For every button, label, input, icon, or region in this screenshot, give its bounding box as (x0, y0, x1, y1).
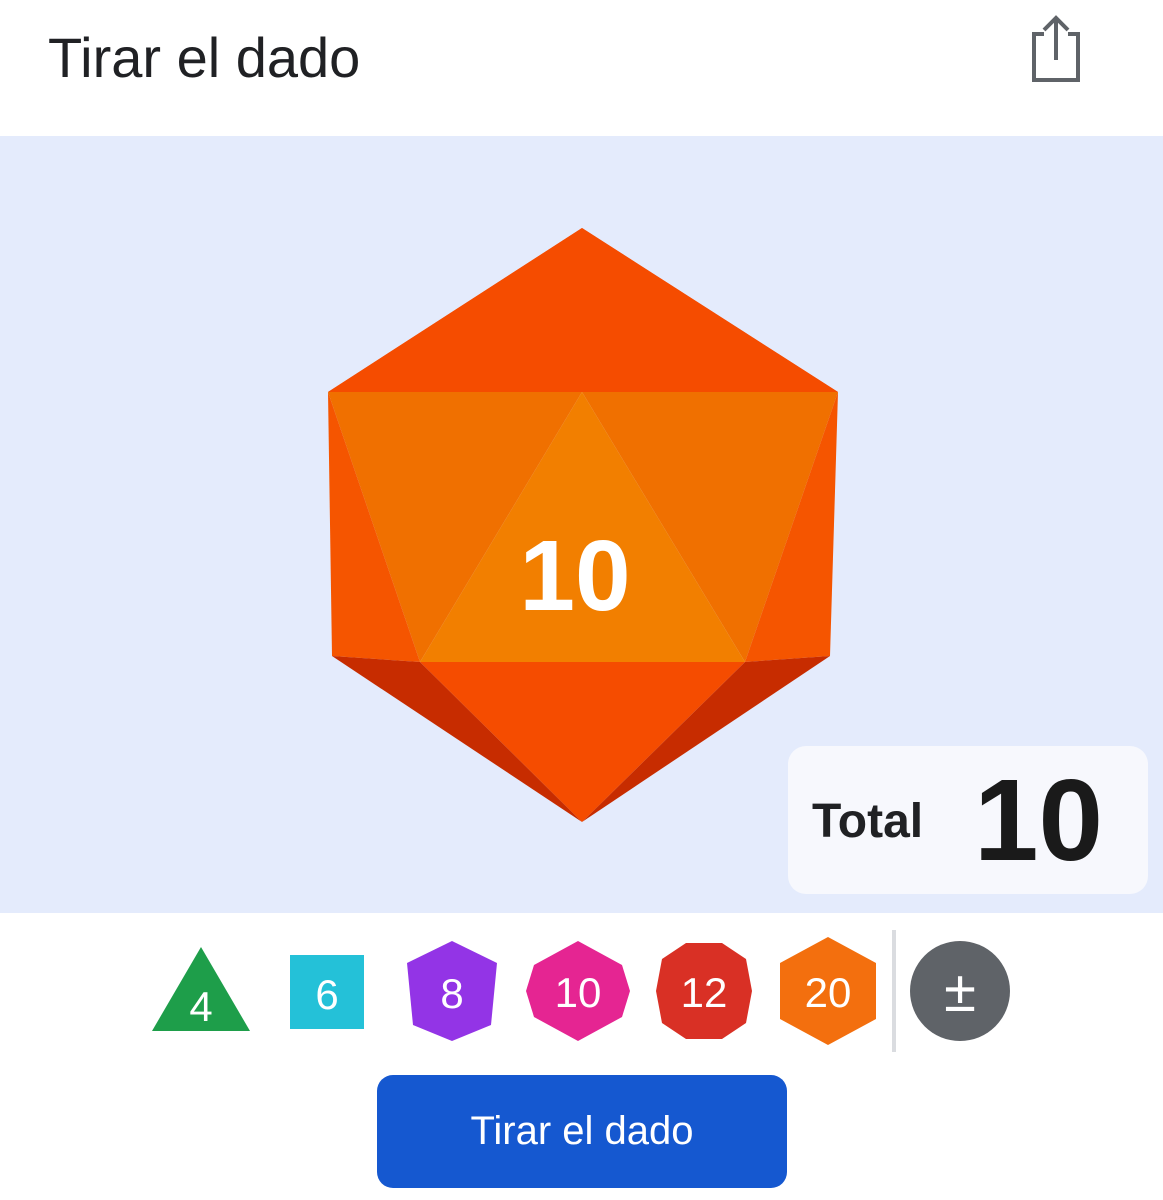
d6-square-icon: 6 (290, 955, 364, 1029)
plus-minus-icon: ± (910, 941, 1010, 1041)
d12-button[interactable]: 12 (656, 943, 752, 1039)
d10-label: 10 (555, 969, 602, 1016)
d8-label: 8 (440, 970, 463, 1017)
d10-diamond-icon: 10 (526, 941, 630, 1041)
die-face-value: 10 (519, 520, 630, 632)
d8-hexagon-icon: 8 (407, 941, 497, 1041)
d10-button[interactable]: 10 (526, 941, 630, 1041)
page-title: Tirar el dado (48, 26, 361, 89)
total-label: Total (812, 795, 924, 848)
d12-label: 12 (681, 969, 728, 1016)
d20-hexagon-icon: 20 (780, 937, 876, 1045)
total-card: Total 10 (788, 746, 1148, 894)
d6-button[interactable]: 6 (290, 955, 364, 1029)
modifier-label: ± (944, 959, 976, 1024)
d20-button[interactable]: 20 (780, 937, 876, 1045)
roll-dice-button[interactable]: Tirar el dado (377, 1075, 787, 1188)
dice-stage[interactable]: 10 Total 10 (0, 136, 1163, 913)
divider (892, 930, 896, 1052)
d20-label: 20 (805, 969, 852, 1016)
d4-triangle-icon: 4 (152, 947, 250, 1031)
d4-label: 4 (189, 983, 212, 1030)
dice-selector: 4 6 8 10 12 20 ± (0, 925, 1163, 1060)
d12-octagon-icon: 12 (656, 943, 752, 1039)
total-value: 10 (974, 755, 1104, 885)
d6-label: 6 (315, 971, 338, 1018)
d8-button[interactable]: 8 (407, 941, 497, 1041)
modifier-button[interactable]: ± (908, 939, 1012, 1043)
d4-button[interactable]: 4 (150, 945, 252, 1033)
share-button[interactable] (1024, 12, 1088, 84)
header: Tirar el dado (0, 0, 1163, 136)
dice-roller-page: Tirar el dado 10 Total 10 4 6 8 10 12 20… (0, 0, 1163, 1200)
share-icon (1032, 15, 1080, 82)
